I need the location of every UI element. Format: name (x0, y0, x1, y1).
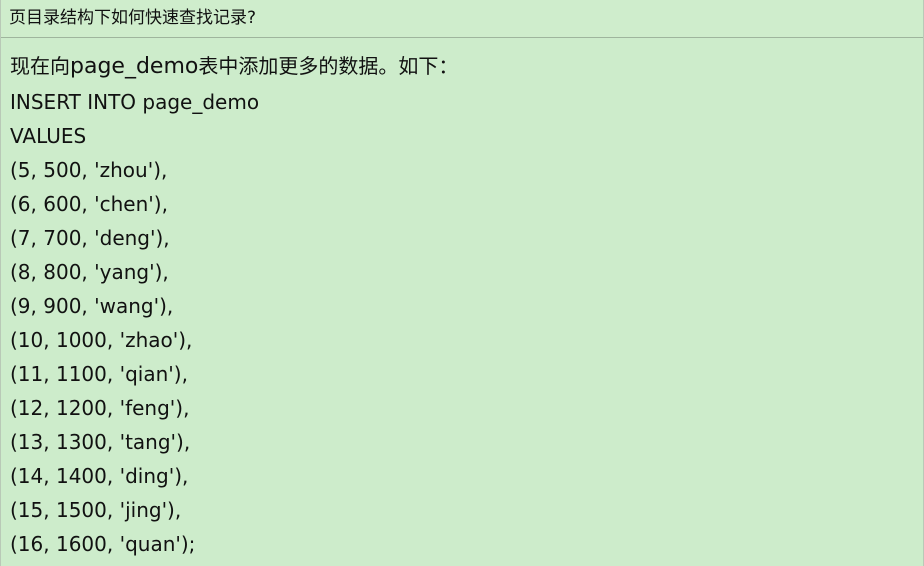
code-line: VALUES (10, 124, 87, 148)
code-line: (9, 900, 'wang'), (10, 294, 174, 318)
code-line: (13, 1300, 'tang'), (10, 430, 191, 454)
code-line: (6, 600, 'chen'), (10, 192, 168, 216)
code-line: INSERT INTO page_demo (10, 90, 260, 114)
title-bar: 页目录结构下如何快速查找记录? (1, 0, 923, 38)
page-title: 页目录结构下如何快速查找记录? (9, 8, 257, 28)
code-line: (15, 1500, 'jing'), (10, 498, 182, 522)
intro-prefix: 现在向 (10, 54, 70, 78)
code-line: (10, 1000, 'zhao'), (10, 328, 193, 352)
code-line: (8, 800, 'yang'), (10, 260, 169, 284)
content-area: 现在向page_demo表中添加更多的数据。如下： INSERT INTO pa… (1, 38, 923, 561)
code-line: (16, 1600, 'quan'); (10, 532, 196, 556)
code-line: (5, 500, 'zhou'), (10, 158, 168, 182)
code-line: (7, 700, 'deng'), (10, 226, 170, 250)
document-window: 页目录结构下如何快速查找记录? 现在向page_demo表中添加更多的数据。如下… (0, 0, 924, 566)
code-line: (14, 1400, 'ding'), (10, 464, 189, 488)
intro-code-word: page_demo (70, 54, 199, 79)
intro-paragraph: 现在向page_demo表中添加更多的数据。如下： (10, 54, 923, 79)
code-line: (11, 1100, 'qian'), (10, 362, 188, 386)
code-line: (12, 1200, 'feng'), (10, 396, 190, 420)
intro-suffix: 表中添加更多的数据。如下： (198, 54, 459, 78)
